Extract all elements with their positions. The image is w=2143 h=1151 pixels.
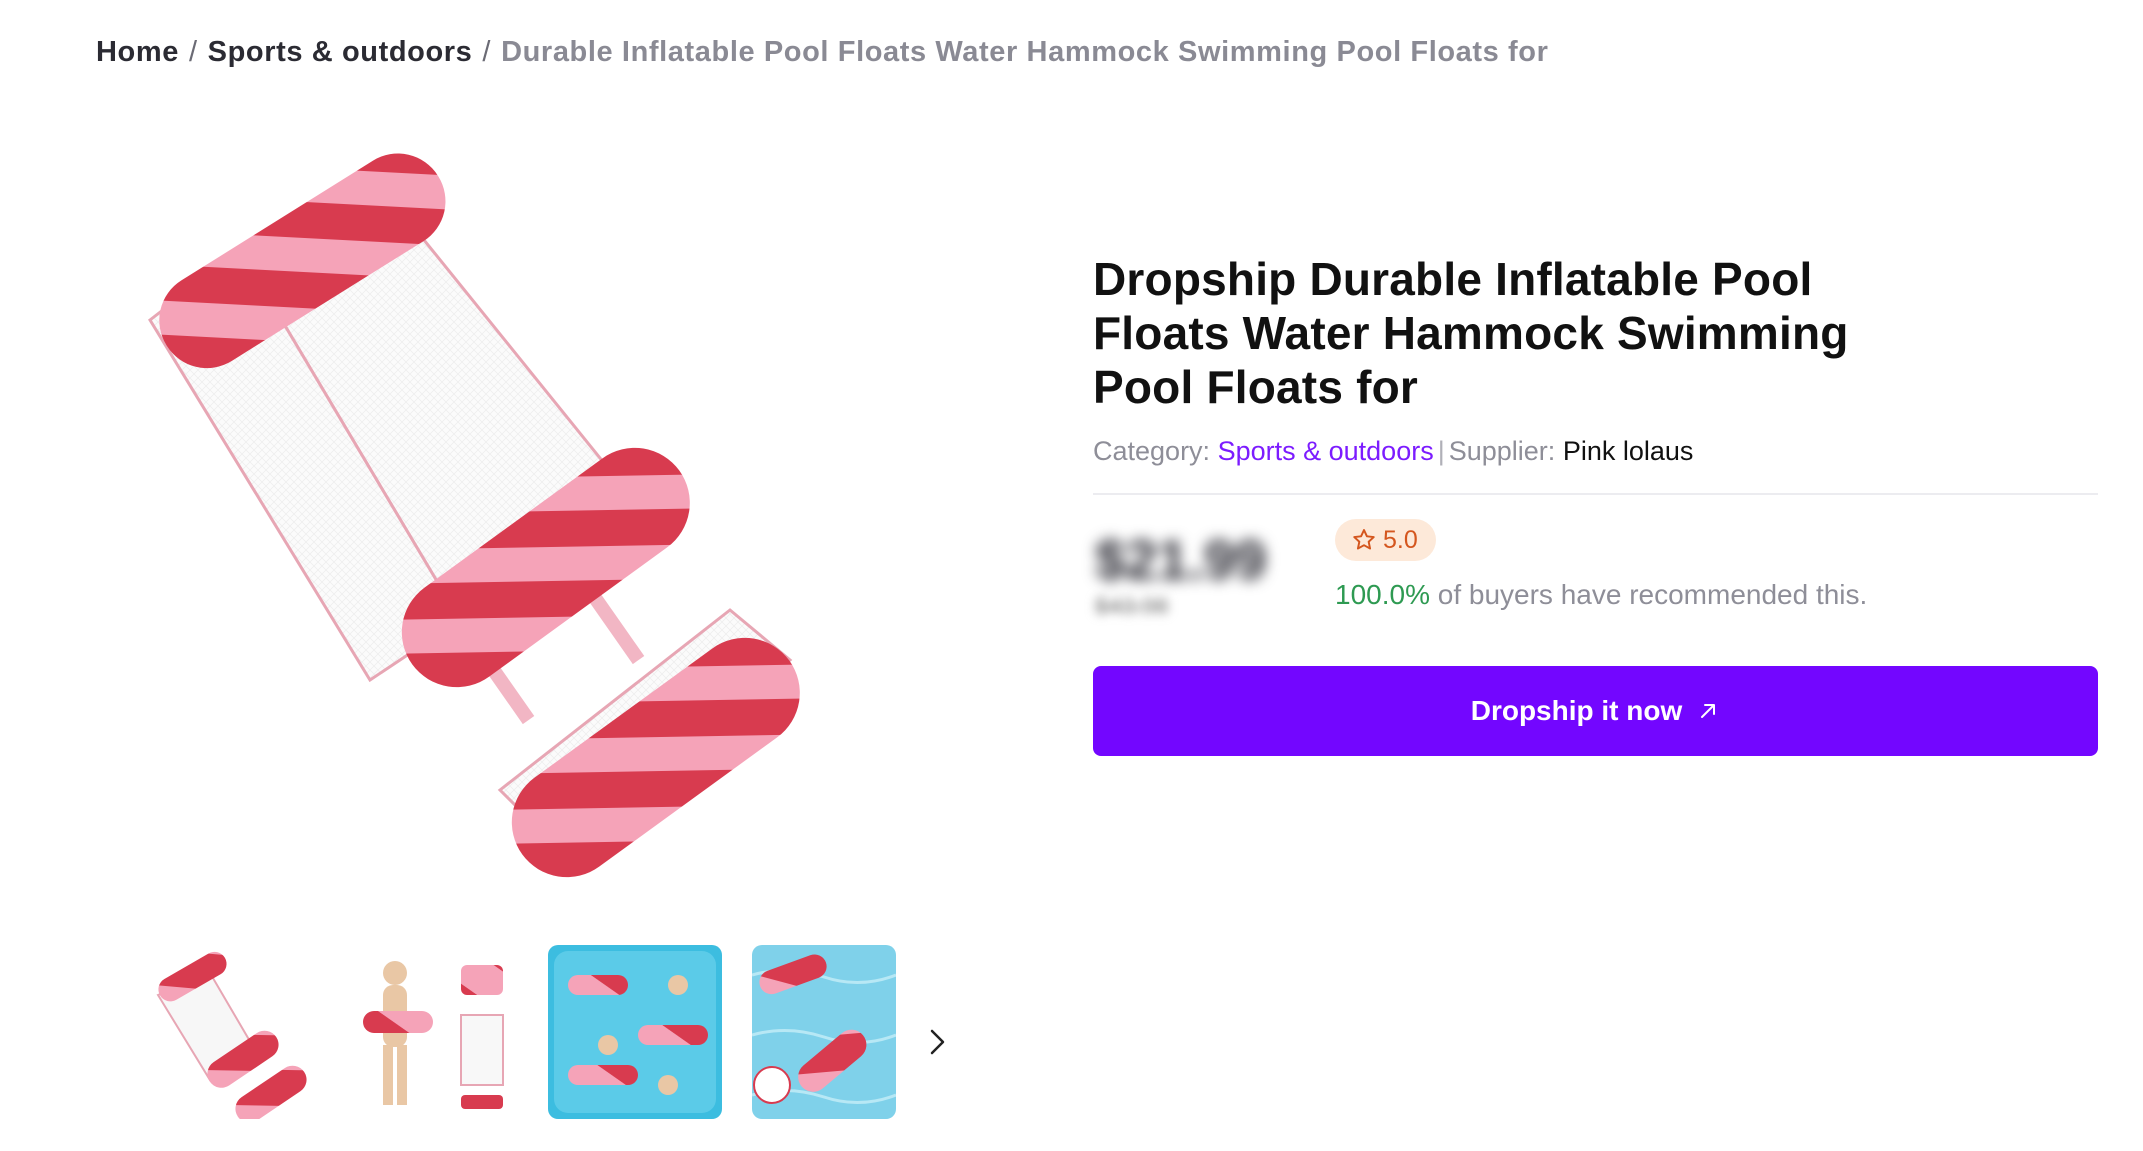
product-details: Dropship Durable Inflatable Pool Floats … bbox=[1093, 252, 2098, 655]
thumbnail-pool[interactable] bbox=[752, 945, 896, 1119]
recommend-text: 100.0% of buyers have recommended this. bbox=[1335, 579, 1867, 611]
product-meta: Category: Sports & outdoors | Supplier: Pi… bbox=[1093, 436, 2098, 467]
breadcrumb-category[interactable]: Sports & outdoors bbox=[208, 36, 473, 68]
recommend-percent: 100.0% bbox=[1335, 579, 1430, 610]
dropship-button[interactable]: Dropship it now bbox=[1093, 666, 2098, 756]
breadcrumb-home[interactable]: Home bbox=[96, 36, 179, 68]
thumbnail-float[interactable] bbox=[140, 945, 314, 1119]
dropship-button-label: Dropship it now bbox=[1470, 695, 1683, 726]
rating-value: 5.0 bbox=[1383, 525, 1418, 554]
breadcrumb: Home / Sports & outdoors / Durable Inflatabl… bbox=[96, 36, 1549, 69]
old-price: $43.98 bbox=[1095, 593, 1169, 620]
category-label: Category: bbox=[1093, 436, 1211, 466]
product-main-image bbox=[90, 150, 890, 910]
thumbnail-usage[interactable] bbox=[548, 945, 722, 1119]
chevron-right-icon bbox=[930, 1029, 945, 1055]
rating-badge: 5.0 bbox=[1335, 519, 1436, 561]
breadcrumb-separator: / bbox=[188, 36, 198, 68]
divider bbox=[1093, 493, 2098, 495]
star-outline-icon bbox=[1353, 529, 1375, 550]
arrow-up-right-icon bbox=[1701, 704, 1716, 718]
category-link[interactable]: Sports & outdoors bbox=[1218, 436, 1434, 466]
price: $21.99 bbox=[1095, 528, 1267, 591]
supplier-label: Supplier: bbox=[1448, 436, 1556, 466]
meta-separator: | bbox=[1437, 436, 1445, 466]
price-row: $21.99 $43.98 5.0 100.0% of buyers have … bbox=[1093, 515, 2098, 655]
recommend-label: of buyers have recommended this. bbox=[1437, 579, 1868, 610]
breadcrumb-separator: / bbox=[482, 36, 492, 68]
product-title: Dropship Durable Inflatable Pool Floats … bbox=[1093, 253, 1849, 413]
carousel-next-button[interactable] bbox=[920, 1025, 954, 1059]
breadcrumb-current: Durable Inflatable Pool Floats Water Ham… bbox=[501, 36, 1549, 68]
supplier-name: Pink lolaus bbox=[1562, 436, 1694, 466]
thumbnail-strip bbox=[140, 945, 1010, 1125]
thumbnail-model[interactable] bbox=[343, 945, 517, 1119]
